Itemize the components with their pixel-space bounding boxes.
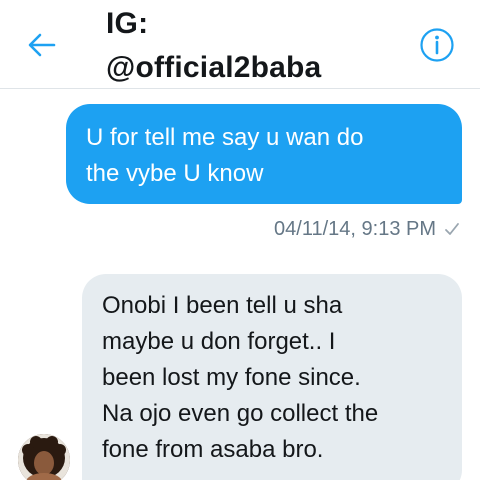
outgoing-message-bubble[interactable]: U for tell me say u wan do the vybe U kn…	[66, 104, 462, 204]
incoming-message-bubble[interactable]: Onobi I been tell u sha maybe u don forg…	[82, 274, 462, 480]
avatar-image	[18, 434, 70, 480]
back-button[interactable]	[24, 30, 60, 60]
info-circle-icon	[420, 28, 454, 62]
checkmark-icon	[445, 223, 459, 235]
conversation-info-button[interactable]	[418, 26, 456, 64]
message-meta: 04/11/14, 9:13 PM	[274, 215, 460, 243]
conversation-title: IG: @official2baba	[106, 7, 322, 84]
arrow-left-icon	[28, 33, 56, 57]
conversation-header: IG: @official2baba	[0, 0, 480, 89]
dm-screen: IG: @official2baba U for tell me say u w…	[0, 0, 480, 480]
sender-avatar[interactable]	[18, 434, 70, 480]
message-timestamp: 04/11/14, 9:13 PM	[274, 217, 436, 240]
outgoing-message-text: U for tell me say u wan do the vybe U kn…	[86, 124, 364, 187]
message-list[interactable]: U for tell me say u wan do the vybe U kn…	[0, 89, 480, 480]
incoming-message-text: Onobi I been tell u sha maybe u don forg…	[102, 292, 379, 463]
